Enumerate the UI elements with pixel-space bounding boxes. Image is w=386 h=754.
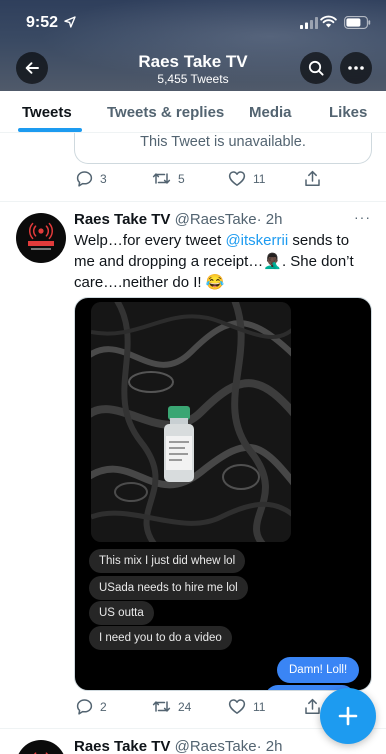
message-bubble: US outta (89, 601, 154, 625)
retweet-count: 24 (178, 699, 192, 714)
tweet-divider (0, 201, 386, 202)
prev-tweet-actions: 3 5 11 (0, 170, 386, 194)
compose-tweet-button[interactable] (320, 688, 376, 744)
like-button[interactable]: 11 (228, 698, 265, 715)
podcast-logo-icon (28, 222, 54, 250)
reply-count: 3 (100, 171, 107, 186)
like-count: 11 (253, 171, 266, 186)
active-tab-indicator (18, 128, 82, 132)
avatar[interactable] (16, 740, 66, 754)
like-icon (228, 171, 246, 186)
reply-button[interactable]: 2 (76, 698, 107, 715)
share-icon (305, 698, 320, 714)
reply-icon (76, 699, 93, 715)
message-bubble: This mix I just did whew lol (89, 549, 246, 573)
podcast-logo-icon (34, 752, 48, 754)
like-button[interactable]: 11 (228, 170, 265, 187)
compose-plus-icon (338, 706, 358, 726)
vial-photo (91, 302, 291, 542)
reply-icon (76, 171, 93, 187)
retweet-button[interactable]: 5 (152, 170, 185, 187)
retweet-button[interactable]: 24 (152, 698, 191, 715)
tweet-more-button[interactable]: ··· (354, 209, 371, 225)
location-arrow-icon (64, 16, 76, 28)
tweet-mention-link[interactable]: @itskerrii (225, 232, 288, 249)
sent-message-bubble: Damn! Loll! (277, 657, 360, 683)
retweet-count: 5 (178, 171, 185, 186)
fabric-texture (91, 302, 291, 542)
tweet-handle[interactable]: @RaesTake (175, 211, 257, 228)
share-button[interactable] (304, 170, 321, 187)
tweet-header: Raes Take TV @RaesTake· 2h (74, 211, 282, 228)
status-time: 9:52 (26, 14, 59, 31)
signal-icon (300, 17, 318, 29)
tab-tweets[interactable]: Tweets (22, 104, 72, 121)
tab-likes[interactable]: Likes (329, 104, 367, 121)
retweet-icon (152, 701, 171, 712)
tweet-time: · 2h (256, 211, 283, 228)
tweet-handle[interactable]: @RaesTake (175, 738, 257, 754)
message-bubble: USada needs to hire me lol (89, 576, 248, 600)
share-button[interactable] (304, 698, 321, 715)
search-icon (308, 60, 324, 76)
tweet-display-name[interactable]: Raes Take TV (74, 211, 170, 228)
message-bubble: I need you to do a video (89, 626, 232, 650)
tab-media[interactable]: Media (249, 104, 292, 121)
more-options-button[interactable] (340, 52, 372, 84)
tweet-header: Raes Take TV @RaesTake· 2h (74, 738, 282, 754)
battery-icon (344, 16, 371, 29)
reply-count: 2 (100, 699, 107, 714)
wifi-icon (320, 15, 337, 28)
reply-button[interactable]: 3 (76, 170, 107, 187)
tab-tweets-replies[interactable]: Tweets & replies (107, 104, 224, 121)
tweet-text: Welp…for every tweet @itskerrii sends to… (74, 230, 370, 293)
profile-header: 9:52 Raes Take TV 5,455 Tweets (0, 0, 386, 91)
like-icon (228, 699, 246, 714)
retweet-icon (152, 173, 171, 184)
tweet-media[interactable]: This mix I just did whew lol USada needs… (74, 297, 372, 691)
tweet-text-part: Welp…for every tweet (74, 232, 226, 249)
profile-tabs: Tweets Tweets & replies Media Likes (0, 91, 386, 133)
tweet-time: · 2h (256, 738, 283, 754)
avatar[interactable] (16, 213, 66, 263)
share-icon (305, 170, 320, 186)
search-button[interactable] (300, 52, 332, 84)
more-icon (348, 66, 364, 70)
unavailable-text: This Tweet is unavailable. (140, 134, 306, 150)
status-bar: 9:52 (0, 0, 386, 44)
tweet-display-name[interactable]: Raes Take TV (74, 738, 170, 754)
like-count: 11 (253, 699, 266, 714)
